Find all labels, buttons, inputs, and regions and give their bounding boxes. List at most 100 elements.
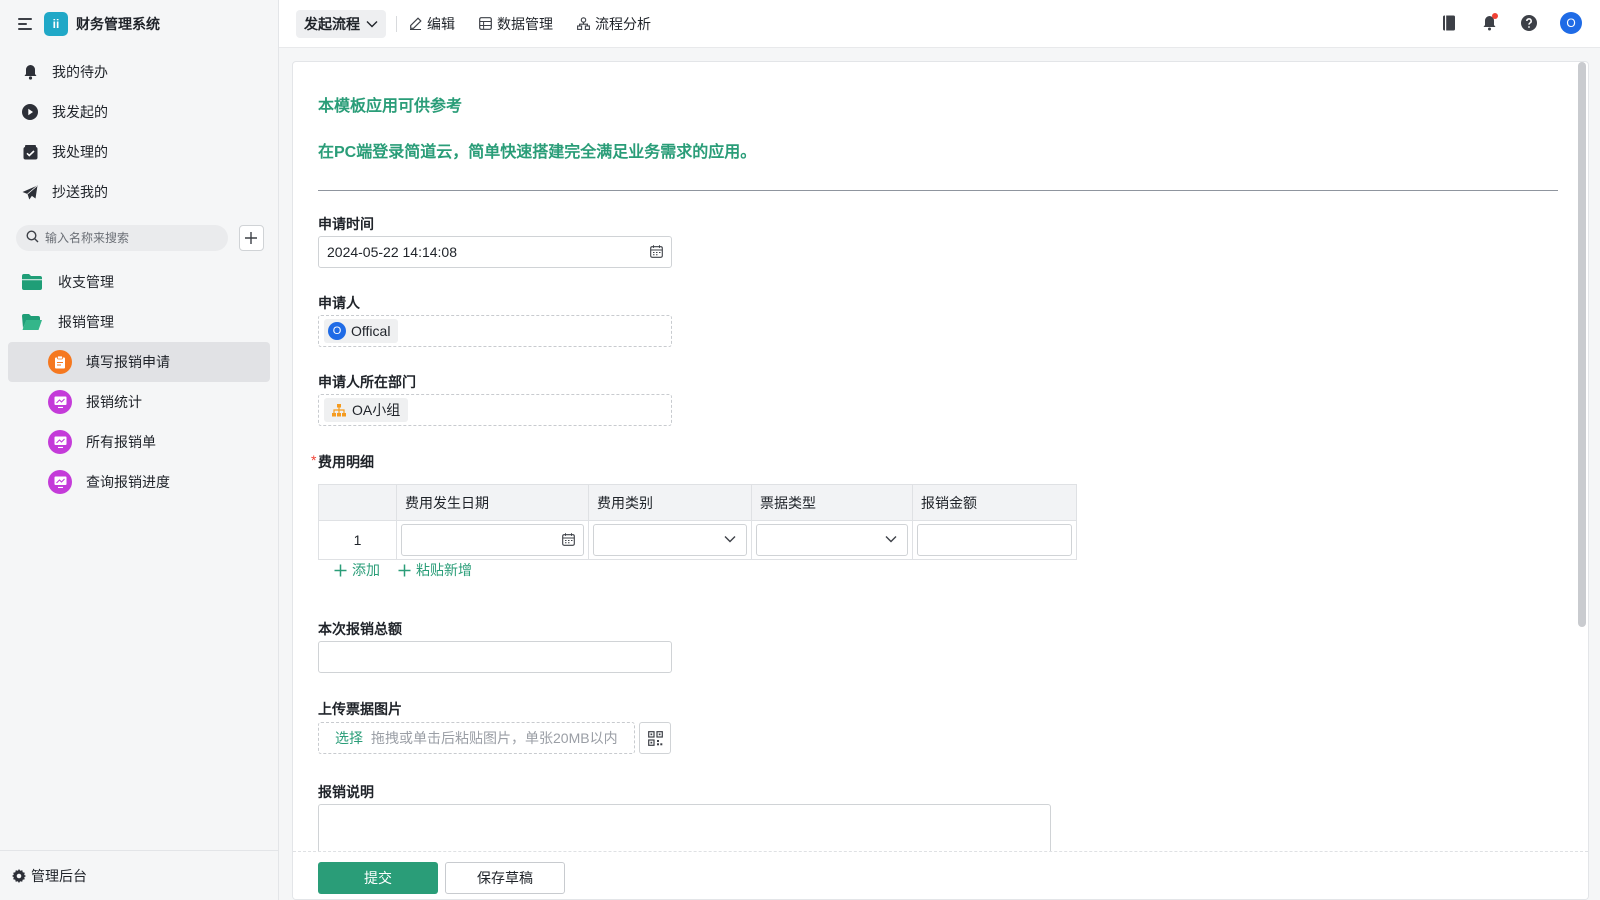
folder-reimbursement[interactable]: 报销管理 — [0, 302, 278, 342]
folder-label: 报销管理 — [58, 314, 114, 330]
menu-icon[interactable] — [18, 18, 32, 30]
start-flow-label: 发起流程 — [304, 15, 360, 32]
form-footer: 提交 保存草稿 — [293, 851, 1588, 899]
chevron-down-icon — [724, 536, 736, 543]
expense-table: 费用发生日期 费用类别 票据类型 报销金额 1 — [318, 484, 1077, 560]
sidebar: ii 财务管理系统 我的待办 我发起的 我处理的 抄送我的 输入名称来搜索 收支… — [0, 0, 279, 900]
apply-time-field[interactable]: 2024-05-22 14:14:08 — [318, 236, 672, 268]
table-header-invoice-type: 票据类型 — [752, 485, 913, 521]
table-icon — [479, 17, 492, 30]
pencil-icon — [410, 17, 422, 30]
table-header-date: 费用发生日期 — [397, 485, 589, 521]
flow-icon — [577, 17, 590, 30]
paste-add-button[interactable]: 粘贴新增 — [398, 560, 472, 580]
data-manage-link[interactable]: 数据管理 — [479, 14, 553, 34]
table-header-amount: 报销金额 — [913, 485, 1076, 521]
qr-code-icon — [647, 730, 663, 746]
calendar-icon — [562, 533, 575, 546]
form-item-progress[interactable]: 查询报销进度 — [8, 462, 270, 502]
scrollbar[interactable] — [1578, 62, 1586, 899]
app-header: ii 财务管理系统 — [0, 0, 278, 48]
topbar-right: O — [1418, 12, 1582, 34]
scrollbar-thumb[interactable] — [1578, 62, 1586, 627]
chevron-down-icon — [885, 536, 897, 543]
bell-icon — [22, 64, 38, 80]
form-item-label: 填写报销申请 — [86, 354, 170, 370]
topbar: 发起流程 编辑 数据管理 流程分析 O — [279, 0, 1600, 48]
report-icon — [48, 470, 72, 494]
table-row: 1 — [319, 521, 1076, 559]
nav-item-label: 抄送我的 — [52, 184, 108, 200]
chevron-down-icon — [366, 20, 378, 27]
check-box-icon — [22, 144, 38, 160]
notebook-icon[interactable] — [1440, 14, 1458, 32]
upload-select-link[interactable]: 选择 — [335, 728, 363, 748]
data-manage-label: 数据管理 — [497, 15, 553, 32]
upload-dropzone[interactable]: 选择 拖拽或单击后粘贴图片，单张20MB以内 — [318, 722, 635, 754]
nav-item-initiated[interactable]: 我发起的 — [0, 92, 278, 132]
start-flow-button[interactable]: 发起流程 — [296, 9, 386, 38]
nav-item-processed[interactable]: 我处理的 — [0, 132, 278, 172]
app-tree: 收支管理 报销管理 填写报销申请 报销统计 所有报销单 查询报销进度 — [0, 262, 278, 502]
paper-plane-icon — [22, 184, 38, 200]
table-cell-date — [397, 521, 589, 559]
form-panel: 本模板应用可供参考 在PC端登录简道云，简单快速搭建完全满足业务需求的应用。 申… — [292, 61, 1589, 900]
submit-button[interactable]: 提交 — [318, 862, 438, 894]
total-amount-input[interactable] — [318, 641, 672, 673]
notification-badge — [1492, 13, 1498, 19]
nav-item-label: 我发起的 — [52, 104, 108, 120]
table-header-index — [319, 485, 397, 521]
plus-icon — [398, 564, 411, 576]
report-icon — [48, 430, 72, 454]
nav-item-cc[interactable]: 抄送我的 — [0, 172, 278, 212]
form-description-title: 本模板应用可供参考 — [318, 98, 463, 115]
department-name: OA小组 — [352, 402, 401, 418]
form-item-stats[interactable]: 报销统计 — [8, 382, 270, 422]
form-item-apply[interactable]: 填写报销申请 — [8, 342, 270, 382]
app-title: 财务管理系统 — [76, 16, 160, 32]
expense-category-select[interactable] — [593, 524, 747, 556]
applicant-label: 申请人 — [318, 295, 360, 311]
add-row-label: 添加 — [352, 562, 380, 578]
add-row-button[interactable]: 添加 — [334, 560, 380, 580]
qr-upload-button[interactable] — [639, 722, 671, 754]
folder-icon — [22, 274, 42, 290]
folder-income-expense[interactable]: 收支管理 — [0, 262, 278, 302]
user-avatar[interactable]: O — [1560, 12, 1582, 34]
invoice-type-select[interactable] — [756, 524, 908, 556]
edit-label: 编辑 — [427, 15, 455, 32]
expense-date-input[interactable] — [401, 524, 584, 556]
total-amount-label: 本次报销总额 — [318, 621, 402, 637]
nav-item-todo[interactable]: 我的待办 — [0, 52, 278, 92]
amount-input[interactable] — [917, 524, 1072, 556]
report-icon — [48, 390, 72, 414]
flow-analysis-link[interactable]: 流程分析 — [577, 14, 651, 34]
apply-time-label: 申请时间 — [318, 216, 374, 232]
topbar-divider — [396, 15, 397, 32]
remark-label: 报销说明 — [318, 784, 374, 800]
search-input[interactable] — [45, 231, 215, 245]
notification-icon[interactable] — [1480, 13, 1498, 32]
form-description-text: 在PC端登录简道云，简单快速搭建完全满足业务需求的应用。 — [318, 144, 757, 161]
admin-label: 管理后台 — [31, 867, 87, 884]
edit-link[interactable]: 编辑 — [409, 14, 455, 34]
sidebar-search-row — [0, 224, 278, 252]
plus-icon — [245, 232, 258, 244]
save-draft-button[interactable]: 保存草稿 — [445, 862, 565, 894]
search-icon — [26, 230, 39, 246]
upload-hint: 拖拽或单击后粘贴图片，单张20MB以内 — [371, 730, 618, 746]
folder-open-icon — [22, 314, 42, 330]
form-item-all[interactable]: 所有报销单 — [8, 422, 270, 462]
table-actions: 添加 粘贴新增 — [334, 560, 490, 580]
divider — [318, 190, 1558, 191]
app-logo: ii — [44, 12, 68, 36]
table-header-row: 费用发生日期 费用类别 票据类型 报销金额 — [319, 485, 1076, 521]
department-tag: OA小组 — [324, 398, 409, 422]
add-item-button[interactable] — [238, 225, 264, 251]
org-icon — [332, 403, 346, 417]
gear-icon — [12, 868, 26, 883]
admin-link[interactable]: 管理后台 — [0, 850, 279, 900]
help-icon[interactable] — [1520, 14, 1538, 32]
table-cell-invoice-type — [752, 521, 913, 559]
nav-list: 我的待办 我发起的 我处理的 抄送我的 — [0, 52, 278, 212]
